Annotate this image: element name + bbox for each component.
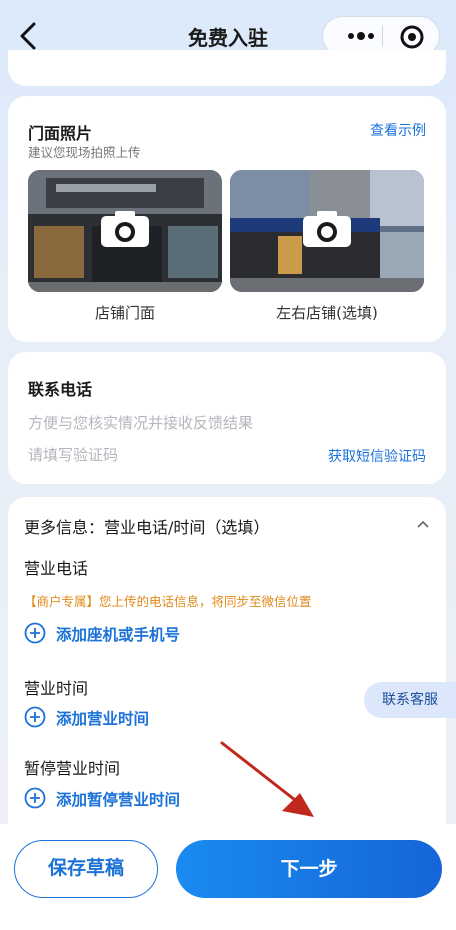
pause-hours-label: 暂停营业时间 xyxy=(24,759,121,778)
capsule-divider xyxy=(382,25,383,47)
storefront-photo-upload[interactable] xyxy=(28,170,222,292)
annotation-arrow-icon xyxy=(220,741,314,817)
contact-service-button[interactable]: 联系客服 xyxy=(364,682,456,718)
business-hours-label: 营业时间 xyxy=(24,679,89,698)
merchant-notice: 【商户专属】您上传的电话信息，将同步至微信位置 xyxy=(24,594,312,609)
business-phone-label: 营业电话 xyxy=(24,559,89,578)
storefront-photo-card: 门面照片 建议您现场拍照上传 查看示例 店铺门面 左右店铺(选填) xyxy=(8,96,446,342)
more-info-header[interactable]: 更多信息：营业电话/时间（选填） xyxy=(24,514,269,538)
section-title: 门面照片 xyxy=(28,124,93,143)
adjacent-shops-caption: 左右店铺(选填) xyxy=(276,304,378,322)
next-step-button[interactable]: 下一步 xyxy=(176,840,442,898)
camera-icon xyxy=(101,211,149,247)
previous-card-bottom xyxy=(8,50,446,86)
contact-phone-card: 联系电话 方便与您核实情况并接收反馈结果 请填写验证码 获取短信验证码 xyxy=(8,352,446,484)
add-phone-label: 添加座机或手机号 xyxy=(56,626,181,644)
verification-code-input[interactable]: 请填写验证码 xyxy=(28,444,118,465)
camera-icon xyxy=(303,211,351,247)
bottom-action-bar: 保存草稿 下一步 xyxy=(0,824,456,930)
save-draft-button[interactable]: 保存草稿 xyxy=(14,840,158,898)
plus-circle-icon xyxy=(24,787,46,809)
plus-circle-icon xyxy=(24,622,46,644)
section-subtitle: 建议您现场拍照上传 xyxy=(28,145,141,160)
close-target-icon[interactable] xyxy=(399,24,425,50)
plus-circle-icon xyxy=(24,706,46,728)
get-sms-code-button[interactable]: 获取短信验证码 xyxy=(328,446,426,466)
add-hours-label: 添加营业时间 xyxy=(56,710,150,728)
chevron-up-icon[interactable] xyxy=(416,519,430,529)
add-pause-hours-label: 添加暂停营业时间 xyxy=(56,791,181,809)
more-icon[interactable] xyxy=(341,23,381,49)
phone-input[interactable]: 方便与您核实情况并接收反馈结果 xyxy=(28,412,253,433)
adjacent-shops-photo-upload[interactable] xyxy=(230,170,424,292)
storefront-caption: 店铺门面 xyxy=(94,304,155,322)
view-example-link[interactable]: 查看示例 xyxy=(370,120,426,140)
section-title: 联系电话 xyxy=(28,380,93,399)
